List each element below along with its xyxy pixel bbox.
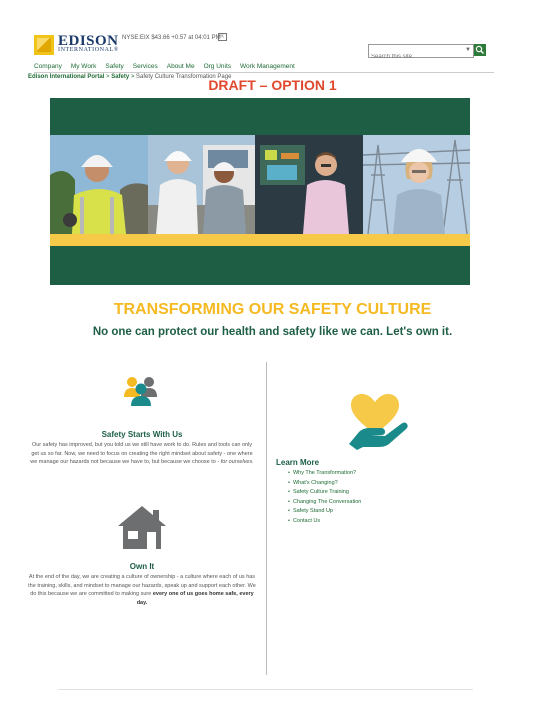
banner-photo-substation <box>363 135 470 234</box>
nav-item-services[interactable]: Services <box>133 63 158 70</box>
link-contact-us[interactable]: Contact Us <box>288 517 361 527</box>
search-box: ▼ <box>368 44 474 62</box>
draft-label: DRAFT – OPTION 1 <box>208 77 337 93</box>
own-it-emphasis: every one of us goes home safe, every da… <box>136 591 254 606</box>
safety-starts-text: Our safety has improved, but you told us… <box>30 442 253 465</box>
heart-hand-icon <box>345 390 411 455</box>
banner-photo-field-crew <box>148 135 255 234</box>
nav-item-safety[interactable]: Safety <box>105 63 123 70</box>
edison-logo[interactable]: EDISON INTERNATIONAL® <box>34 33 118 57</box>
header-divider <box>34 72 494 73</box>
learn-more-heading: Learn More <box>276 458 320 467</box>
link-safety-culture-training[interactable]: Safety Culture Training <box>288 488 361 498</box>
link-safety-stand-up[interactable]: Safety Stand Up <box>288 507 361 517</box>
ticker-popout-icon[interactable]: ⇱ <box>218 33 227 41</box>
people-group-icon <box>123 375 159 412</box>
logo-subtitle: INTERNATIONAL® <box>58 47 119 53</box>
hero-banner <box>50 98 470 285</box>
footer-divider <box>58 689 473 690</box>
banner-photo-lineman <box>50 135 148 234</box>
link-changing-the-conversation[interactable]: Changing The Conversation <box>288 498 361 508</box>
house-icon <box>116 504 168 555</box>
search-input[interactable] <box>369 52 463 62</box>
link-whats-changing[interactable]: What's Changing? <box>288 479 361 489</box>
column-divider <box>266 362 267 675</box>
banner-photo-office <box>255 135 363 234</box>
nav-item-my-work[interactable]: My Work <box>71 63 97 70</box>
safety-starts-body: Our safety has improved, but you told us… <box>28 441 256 467</box>
search-icon <box>475 45 484 54</box>
page-title: TRANSFORMING OUR SAFETY CULTURE <box>113 301 432 318</box>
nav-item-company[interactable]: Company <box>34 63 62 70</box>
safety-starts-heading: Safety Starts With Us <box>101 430 183 439</box>
top-navigation: Company My Work Safety Services About Me… <box>34 63 295 70</box>
nav-item-work-management[interactable]: Work Management <box>240 63 295 70</box>
stock-ticker: NYSE:EIX $43.66 +0.57 at 04:01 PM <box>122 35 221 41</box>
own-it-body: At the end of the day, we are creating a… <box>28 573 256 607</box>
banner-yellow-stripe <box>50 234 470 246</box>
search-button[interactable] <box>474 44 486 56</box>
safety-starts-emphasis: for ourselves. <box>220 459 254 465</box>
page-subtitle: No one can protect our health and safety… <box>92 326 453 338</box>
link-why-the-transformation[interactable]: Why The Transformation? <box>288 469 361 479</box>
own-it-heading: Own It <box>129 562 155 571</box>
nav-item-org-units[interactable]: Org Units <box>204 63 231 70</box>
nav-item-about-me[interactable]: About Me <box>167 63 195 70</box>
edison-logo-mark <box>34 35 54 55</box>
search-scope-dropdown-icon[interactable]: ▼ <box>465 47 471 53</box>
learn-more-links: Why The Transformation? What's Changing?… <box>288 469 361 527</box>
